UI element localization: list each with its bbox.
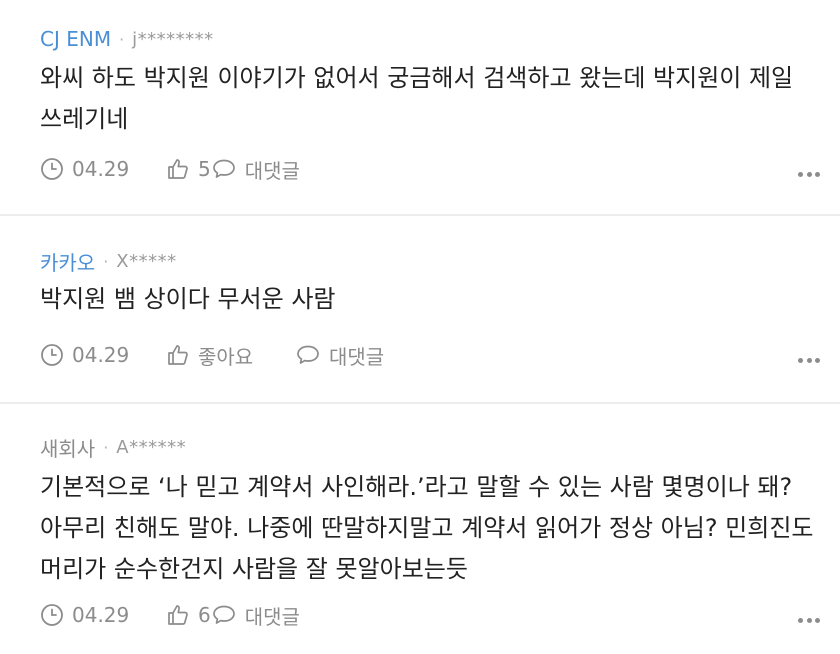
- date-text: 04.29: [72, 343, 130, 367]
- reply-label: 대댓글: [329, 344, 385, 369]
- dot: [815, 357, 820, 363]
- dot: [798, 357, 803, 363]
- thumbs-up-icon: [168, 345, 188, 365]
- like-button[interactable]: 6: [166, 603, 211, 627]
- comment-meta: 04.29 5 대댓글: [40, 154, 800, 184]
- more-dots-icon[interactable]: [798, 617, 820, 623]
- clock-icon: [41, 604, 63, 626]
- comment-text: 박지원 뱀 상이다 무서운 사람: [40, 285, 336, 313]
- comment-date: 04.29: [40, 343, 166, 367]
- like-count: 5: [198, 157, 211, 181]
- speech-bubble-icon: [212, 605, 235, 624]
- comment-username: j********: [132, 28, 214, 50]
- reply-label: 대댓글: [244, 158, 300, 183]
- dot: [806, 171, 812, 177]
- like-button[interactable]: 좋아요: [166, 341, 295, 370]
- speech-bubble-icon: [297, 345, 319, 364]
- reply-button[interactable]: 대댓글: [211, 601, 300, 630]
- clock-icon: [41, 344, 63, 366]
- dot: [798, 171, 803, 177]
- thumbs-up-icon: [168, 159, 188, 179]
- comment-header: 새회사 · A******: [40, 433, 186, 462]
- comment-date: 04.29: [40, 157, 166, 181]
- date-text: 04.29: [72, 603, 130, 627]
- divider: [0, 402, 840, 404]
- more-dots-icon[interactable]: [798, 171, 820, 177]
- dot: [806, 357, 812, 363]
- separator: ·: [103, 438, 109, 457]
- comment-header: CJ ENM · j********: [40, 27, 214, 51]
- reply-label: 대댓글: [244, 604, 300, 629]
- like-count: 6: [198, 603, 211, 627]
- dot: [806, 617, 812, 623]
- separator: ·: [103, 252, 109, 271]
- comment-header: 카카오 · X*****: [40, 247, 177, 276]
- comment-date: 04.29: [40, 603, 166, 627]
- speech-bubble-icon: [212, 159, 235, 178]
- comment-meta: 04.29 6 대댓글: [40, 600, 800, 630]
- thumbs-up-icon: [168, 605, 188, 625]
- comment-username: A******: [116, 437, 187, 458]
- dot: [798, 617, 803, 623]
- reply-button[interactable]: 대댓글: [295, 341, 384, 370]
- clock-icon: [41, 158, 63, 180]
- dot: [815, 617, 820, 623]
- comment-username: X*****: [116, 251, 177, 272]
- reply-button[interactable]: 대댓글: [211, 155, 300, 184]
- like-button[interactable]: 5: [166, 157, 211, 181]
- separator: ·: [119, 29, 125, 49]
- divider: [0, 214, 840, 216]
- like-label: 좋아요: [198, 344, 254, 369]
- dot: [815, 171, 820, 177]
- more-dots-icon[interactable]: [798, 357, 820, 363]
- comment-text: 기본적으로 ‘나 믿고 계약서 사인해라.’라고 말할 수 있는 사람 몇명이나…: [40, 473, 814, 583]
- comment-author[interactable]: 카카오: [40, 247, 95, 276]
- comment-author[interactable]: 새회사: [40, 433, 95, 462]
- comment-author[interactable]: CJ ENM: [40, 27, 111, 51]
- comment-text: 와씨 하도 박지원 이야기가 없어서 궁금해서 검색하고 왔는데 박지원이 제일…: [40, 64, 794, 133]
- date-text: 04.29: [72, 157, 130, 181]
- comment-meta: 04.29 좋아요 대댓글: [40, 340, 800, 370]
